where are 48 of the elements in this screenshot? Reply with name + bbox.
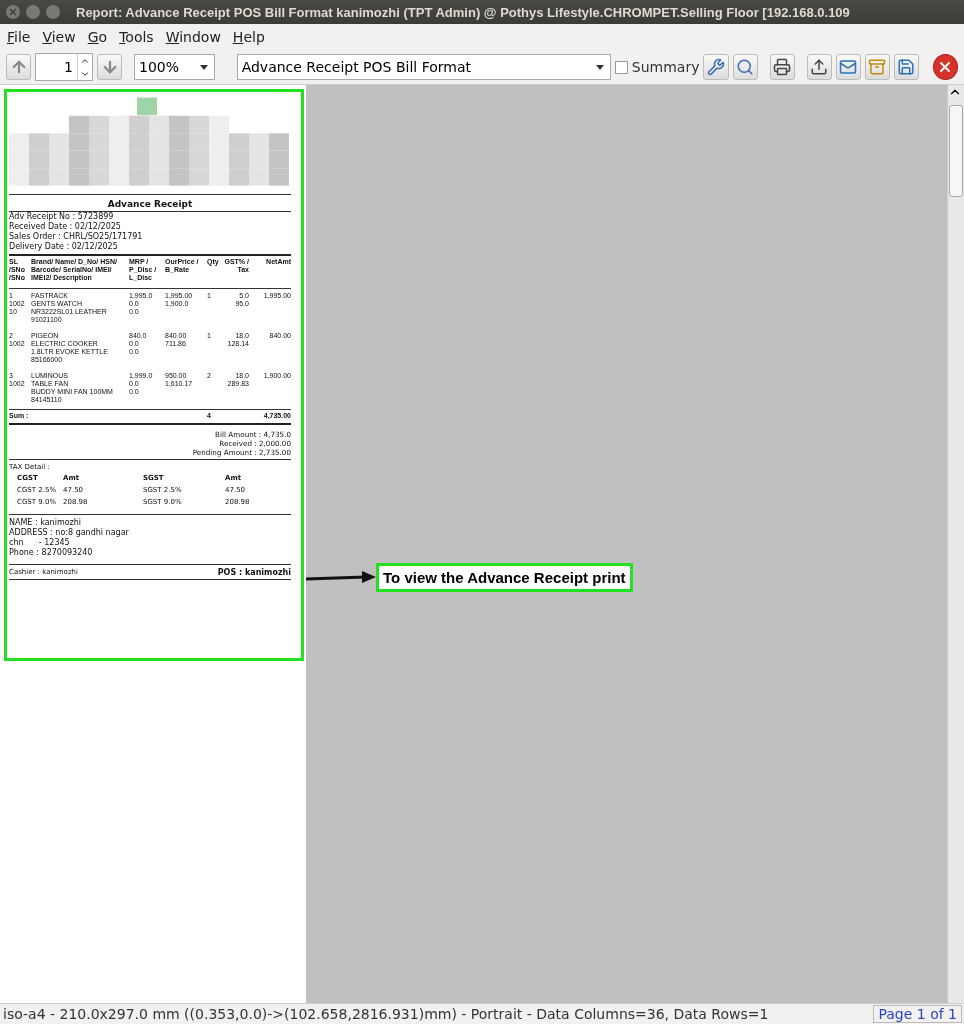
next-page-button[interactable] xyxy=(97,54,123,80)
close-button[interactable] xyxy=(932,54,958,80)
scrollbar-thumb[interactable] xyxy=(949,105,963,197)
send-mail-button[interactable] xyxy=(835,54,861,80)
pos-name: POS : kanimozhi xyxy=(217,568,291,577)
summary-checkbox[interactable]: Summary xyxy=(614,59,700,75)
receipt-info: Adv Receipt No : 5723899 xyxy=(9,212,115,222)
settings-button[interactable] xyxy=(703,54,729,80)
customer-line: NAME : kanimozhi xyxy=(9,518,83,528)
save-button[interactable] xyxy=(893,54,920,80)
zoom-dropdown[interactable]: 100% xyxy=(134,54,216,80)
printer-icon xyxy=(773,58,792,76)
print-button[interactable] xyxy=(769,54,795,80)
upload-icon xyxy=(810,58,829,76)
export-button[interactable] xyxy=(806,54,832,80)
arrow-icon xyxy=(306,570,376,585)
wrench-icon xyxy=(707,58,725,76)
customer-line: Phone : 8270093240 xyxy=(9,548,94,558)
report-dropdown[interactable]: Advance Receipt POS Bill Format xyxy=(236,54,611,80)
save-icon xyxy=(897,58,916,76)
menu-item[interactable]: Window xyxy=(160,29,228,45)
close-window-button[interactable] xyxy=(6,5,20,19)
status-text: iso-a4 - 210.0x297.0 mm ((0.353,0.0)->(102.658,2816.931)mm) - Portrait - Data Columns=36, Data Rows=1 xyxy=(2,1006,769,1022)
archive-icon xyxy=(868,58,887,76)
customer-line: chn - 12345 xyxy=(9,538,71,548)
window-title: Report: Advance Receipt POS Bill Format kanimozhi (TPT Admin) @ Pothys Lifestyle.CHROMPET.Selling Floor [192.168.0.109 xyxy=(76,4,850,20)
vertical-scrollbar[interactable] xyxy=(947,85,964,1003)
receipt-info: Received Date : 02/12/2025 xyxy=(9,222,122,232)
page-spinner[interactable]: 1 xyxy=(35,53,93,81)
previous-page-button[interactable] xyxy=(6,54,32,80)
menu-item[interactable]: View xyxy=(37,29,83,45)
menu-item[interactable]: Tools xyxy=(114,29,161,45)
search-button[interactable] xyxy=(732,54,758,80)
customer-line: ADDRESS : no:8 gandhi nagar xyxy=(9,528,130,538)
receipt-info: Sales Order : CHRL/SO25/171791 xyxy=(9,232,144,242)
maximize-window-button[interactable] xyxy=(46,5,60,19)
menu-item[interactable]: Go xyxy=(82,29,115,45)
minimize-window-button[interactable] xyxy=(26,5,40,19)
menu-item[interactable]: Help xyxy=(227,29,272,45)
menu-item[interactable]: File xyxy=(2,29,38,45)
archive-button[interactable] xyxy=(864,54,890,80)
close-icon xyxy=(8,7,18,17)
search-icon xyxy=(736,58,755,76)
receipt-title: Advance Receipt xyxy=(9,194,291,212)
annotation-label: To view the Advance Receipt print xyxy=(376,563,633,592)
page-indicator: Page 1 of 1 xyxy=(873,1005,962,1023)
receipt-info: Delivery Date : 02/12/2025 xyxy=(9,242,119,252)
mail-icon xyxy=(839,58,858,76)
